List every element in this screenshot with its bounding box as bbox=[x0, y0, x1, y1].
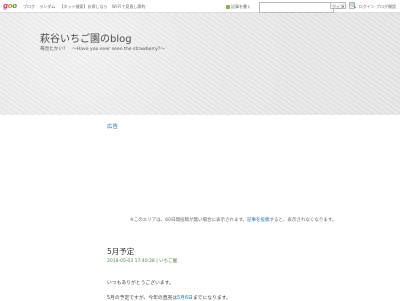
post-highlight-date: 5月6日 bbox=[177, 296, 193, 301]
top-nav-links: ブログ ランダム 【ネット検索】お探しなら Wi-Fiで見直し節約 bbox=[23, 4, 148, 10]
ad-notice: ※このエリアは、60日間投稿が無い場合に表示されます。記事を投稿すると、表示され… bbox=[130, 217, 336, 223]
nav-link-wifi[interactable]: Wi-Fiで見直し節約 bbox=[112, 4, 146, 9]
blog-title[interactable]: 萩谷いちご園のblog bbox=[40, 30, 132, 45]
ad-notice-text-end: すると、表示されなくなります。 bbox=[269, 218, 337, 223]
write-post-link[interactable]: 記事を書く bbox=[226, 4, 251, 10]
logo-letter-o2: o bbox=[12, 2, 17, 10]
search-input[interactable] bbox=[259, 2, 334, 13]
post-article-link[interactable]: 記事を投稿 bbox=[247, 218, 270, 223]
search-button[interactable]: 🔍 bbox=[349, 2, 356, 9]
post-text: 5月の予定ですが、今年の直売は bbox=[107, 296, 178, 301]
post-meta[interactable]: 2018-05-03 17:40:28 | いちご園 bbox=[107, 258, 177, 264]
search-scope-select[interactable]: ウェブ bbox=[330, 2, 346, 10]
post-title[interactable]: 5月予定 bbox=[107, 246, 134, 257]
nav-link-search-ad[interactable]: 【ネット検索】お探しなら bbox=[60, 4, 108, 9]
nav-link-random[interactable]: ランダム bbox=[39, 4, 55, 9]
goo-logo[interactable]: goo bbox=[3, 2, 17, 10]
ad-label: 広告 bbox=[107, 124, 119, 130]
pencil-icon bbox=[226, 5, 230, 9]
login-links[interactable]: ログイン ブログ開設 bbox=[359, 4, 396, 10]
ad-notice-text: ※このエリアは、60日間投稿が無い場合に表示されます。 bbox=[130, 218, 248, 223]
post-text-end: までになります。 bbox=[192, 296, 231, 301]
blog-subtitle: 苺見たかい？ ～Have you ever seen the strawberr… bbox=[40, 47, 165, 52]
top-navigation-bar: goo ブログ ランダム 【ネット検索】お探しなら Wi-Fiで見直し節約 記事… bbox=[0, 0, 400, 13]
post-body-line: いつもありがとうございます。 bbox=[107, 281, 174, 286]
blog-header: 萩谷いちご園のblog 苺見たかい？ ～Have you ever seen t… bbox=[0, 13, 400, 115]
write-post-label: 記事を書く bbox=[231, 4, 251, 9]
nav-link-blog[interactable]: ブログ bbox=[23, 4, 35, 9]
